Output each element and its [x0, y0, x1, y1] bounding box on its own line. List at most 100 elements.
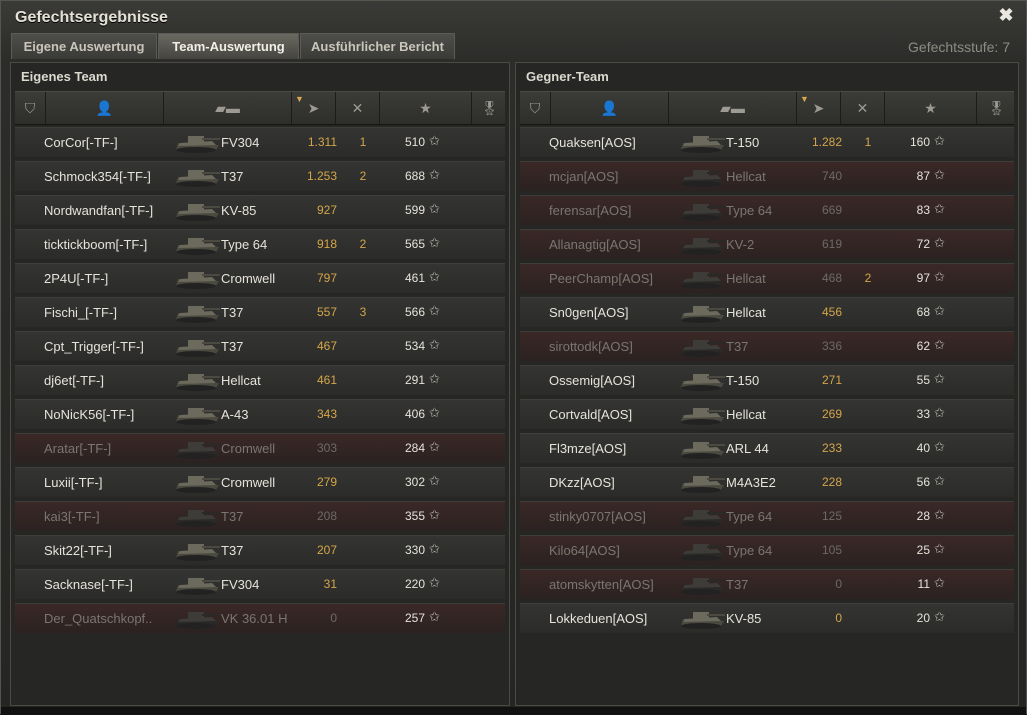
window-title: Gefechtsergebnisse: [15, 9, 168, 26]
player-name: Der_Quatschkopf..: [44, 611, 153, 626]
player-name: Schmock354[-TF-]: [44, 169, 151, 184]
player-icon[interactable]: 👤: [551, 92, 669, 124]
tab-team-evaluation[interactable]: Team-Auswertung: [158, 33, 299, 59]
table-row[interactable]: Cortvald[AOS] Hellcat 269 33 ✩: [520, 399, 1014, 429]
rank-icon[interactable]: ⛉: [15, 92, 46, 124]
star-icon[interactable]: ★: [380, 92, 472, 124]
table-row[interactable]: Allanagtig[AOS] KV-2 619 72 ✩: [520, 229, 1014, 259]
table-row[interactable]: Lokkeduen[AOS] KV-85 0 20 ✩: [520, 603, 1014, 633]
xp-value: 510: [404, 135, 425, 149]
table-row[interactable]: Skit22[-TF-] T37 207 330 ✩: [15, 535, 505, 565]
tank-name: M4A3E2: [726, 475, 776, 490]
player-name: Aratar[-TF-]: [44, 441, 112, 456]
battle-results-window: Gefechtsergebnisse ✖ Eigene Auswertung T…: [0, 0, 1027, 715]
table-row[interactable]: sirottodk[AOS] T37 336 62 ✩: [520, 331, 1014, 361]
close-icon[interactable]: ✖: [998, 6, 1014, 24]
star-icon: ✩: [429, 337, 440, 352]
player-name: kai3[-TF-]: [44, 509, 100, 524]
tank-image: [172, 298, 222, 328]
tank-image: [677, 162, 727, 192]
damage-value: 1.311: [307, 135, 337, 149]
tank-name: Cromwell: [221, 271, 276, 286]
damage-value: 233: [821, 441, 842, 455]
tank-name: Cromwell: [221, 441, 276, 456]
player-name: Quaksen[AOS]: [549, 135, 636, 150]
table-row[interactable]: Fischi_[-TF-] T37 557 3 566 ✩: [15, 297, 505, 327]
player-name: Lokkeduen[AOS]: [549, 611, 648, 626]
star-icon: ✩: [934, 473, 945, 488]
medal-icon[interactable]: 🎖: [977, 92, 1016, 124]
star-icon[interactable]: ★: [885, 92, 977, 124]
table-row[interactable]: DKzz[AOS] M4A3E2 228 56 ✩: [520, 467, 1014, 497]
xp-value: 40: [916, 441, 930, 455]
player-name: Luxii[-TF-]: [44, 475, 103, 490]
table-row[interactable]: Cpt_Trigger[-TF-] T37 467 534 ✩: [15, 331, 505, 361]
table-row[interactable]: kai3[-TF-] T37 208 355 ✩: [15, 501, 505, 531]
tank-name: FV304: [221, 577, 260, 592]
table-row[interactable]: dj6et[-TF-] Hellcat 461 291 ✩: [15, 365, 505, 395]
star-icon: ✩: [934, 133, 945, 148]
damage-value: 918: [316, 237, 337, 251]
tank-name: KV-85: [726, 611, 762, 626]
damage-value: 669: [821, 203, 842, 217]
star-icon: ✩: [429, 371, 440, 386]
tank-image: [172, 332, 222, 362]
table-row[interactable]: Luxii[-TF-] Cromwell 279 302 ✩: [15, 467, 505, 497]
kills-icon[interactable]: ✕: [841, 92, 885, 124]
damage-value: 467: [316, 339, 337, 353]
star-icon: ✩: [934, 371, 945, 386]
xp-value: 68: [916, 305, 930, 319]
medal-icon[interactable]: 🎖: [472, 92, 507, 124]
table-row[interactable]: Kilo64[AOS] Type 64 105 25 ✩: [520, 535, 1014, 565]
star-icon: ✩: [429, 167, 440, 182]
table-row[interactable]: Quaksen[AOS] T-150 1.282 1 160 ✩: [520, 127, 1014, 157]
tank-name: T37: [726, 577, 749, 592]
tank-icon[interactable]: ▰▬: [669, 92, 797, 124]
tank-image: [172, 230, 222, 260]
tank-name: Type 64: [726, 543, 773, 558]
table-row[interactable]: Nordwandfan[-TF-] KV-85 927 599 ✩: [15, 195, 505, 225]
damage-value: 105: [821, 543, 842, 557]
damage-icon[interactable]: ▼ ➤: [797, 92, 841, 124]
table-row[interactable]: Sacknase[-TF-] FV304 31 220 ✩: [15, 569, 505, 599]
xp-value: 565: [404, 237, 425, 251]
damage-icon[interactable]: ▼ ➤: [292, 92, 336, 124]
table-row[interactable]: Ossemig[AOS] T-150 271 55 ✩: [520, 365, 1014, 395]
tank-image: [677, 468, 727, 498]
player-name: Cortvald[AOS]: [549, 407, 633, 422]
star-icon: ✩: [934, 541, 945, 556]
table-row[interactable]: PeerChamp[AOS] Hellcat 468 2 97 ✩: [520, 263, 1014, 293]
table-row[interactable]: Fl3mze[AOS] ARL 44 233 40 ✩: [520, 433, 1014, 463]
tank-name: T37: [221, 339, 244, 354]
table-row[interactable]: ticktickboom[-TF-] Type 64 918 2 565 ✩: [15, 229, 505, 259]
damage-value: 468: [821, 271, 842, 285]
player-icon[interactable]: 👤: [46, 92, 164, 124]
table-row[interactable]: Der_Quatschkopf.. VK 36.01 H 0 257 ✩: [15, 603, 505, 633]
table-row[interactable]: stinky0707[AOS] Type 64 125 28 ✩: [520, 501, 1014, 531]
table-row[interactable]: 2P4U[-TF-] Cromwell 797 461 ✩: [15, 263, 505, 293]
damage-value: 797: [316, 271, 337, 285]
xp-value: 220: [404, 577, 425, 591]
tank-image: [677, 604, 727, 634]
kills-icon[interactable]: ✕: [336, 92, 380, 124]
table-row[interactable]: CorCor[-TF-] FV304 1.311 1 510 ✩: [15, 127, 505, 157]
damage-value: 1.253: [306, 169, 337, 183]
damage-value: 0: [835, 611, 842, 625]
table-row[interactable]: Schmock354[-TF-] T37 1.253 2 688 ✩: [15, 161, 505, 191]
tank-icon[interactable]: ▰▬: [164, 92, 292, 124]
table-row[interactable]: Aratar[-TF-] Cromwell 303 284 ✩: [15, 433, 505, 463]
table-row[interactable]: mcjan[AOS] Hellcat 740 87 ✩: [520, 161, 1014, 191]
rank-icon[interactable]: ⛉: [520, 92, 551, 124]
star-icon: ✩: [934, 575, 945, 590]
tank-image: [172, 366, 222, 396]
table-row[interactable]: atomskytten[AOS] T37 0 11 ✩: [520, 569, 1014, 599]
table-row[interactable]: ferensar[AOS] Type 64 669 83 ✩: [520, 195, 1014, 225]
xp-value: 302: [404, 475, 425, 489]
xp-value: 11: [917, 577, 930, 591]
table-row[interactable]: NoNicK56[-TF-] A-43 343 406 ✩: [15, 399, 505, 429]
table-row[interactable]: Sn0gen[AOS] Hellcat 456 68 ✩: [520, 297, 1014, 327]
xp-value: 28: [916, 509, 930, 523]
tab-own-evaluation[interactable]: Eigene Auswertung: [11, 33, 157, 59]
tab-detailed-report[interactable]: Ausführlicher Bericht: [300, 33, 455, 59]
xp-value: 330: [404, 543, 425, 557]
